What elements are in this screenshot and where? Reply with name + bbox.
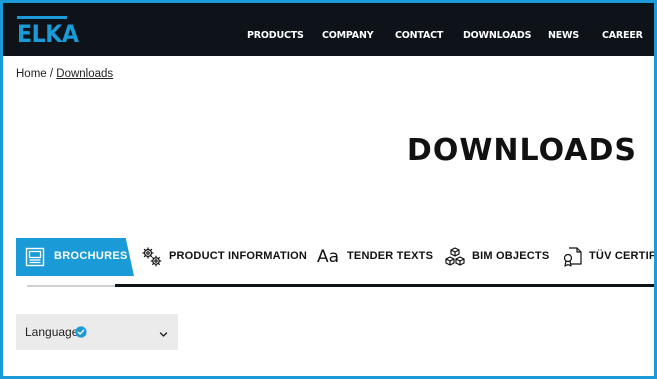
svg-text:Aa: Aa: [317, 247, 339, 266]
tab-bim-objects[interactable]: BIM OBJECTS: [444, 238, 554, 276]
top-navigation-bar: ELKA PRODUCTS COMPANY CONTACT DOWNLOADS …: [0, 0, 657, 56]
breadcrumb-downloads[interactable]: Downloads: [56, 68, 113, 80]
nav-career[interactable]: CAREER: [602, 30, 643, 41]
tab-brochures-label: BROCHURES: [54, 250, 128, 262]
download-category-tabs: BROCHURES PRODUCT INFORMATION Aa TENDER …: [0, 238, 657, 278]
tab-bim-objects-label: BIM OBJECTS: [472, 250, 550, 262]
tab-tuv-certificates[interactable]: TÜV CERTIFI: [561, 238, 657, 276]
nav-contact[interactable]: CONTACT: [395, 30, 443, 41]
chevron-down-icon: [159, 326, 168, 344]
tab-tuv-certificates-label: TÜV CERTIFI: [589, 250, 657, 262]
nav-company[interactable]: COMPANY: [322, 30, 374, 41]
tab-brochures[interactable]: BROCHURES: [16, 238, 134, 276]
nav-products[interactable]: PRODUCTS: [247, 30, 304, 41]
tab-tender-texts-label: TENDER TEXTS: [347, 250, 434, 262]
breadcrumb-home[interactable]: Home: [16, 68, 47, 80]
language-filter-dropdown[interactable]: Language: [16, 314, 178, 350]
check-badge-icon: [75, 325, 87, 343]
nav-news[interactable]: NEWS: [548, 30, 579, 41]
cubes-icon: [444, 246, 466, 273]
certificate-icon: [561, 246, 583, 273]
gears-icon: [141, 246, 163, 273]
typography-icon: Aa: [316, 246, 342, 271]
language-filter-label: Language: [25, 325, 79, 339]
tab-underline-light: [27, 285, 115, 287]
tab-tender-texts[interactable]: Aa TENDER TEXTS: [316, 238, 434, 276]
breadcrumb: Home / Downloads: [16, 68, 113, 80]
tab-product-information-label: PRODUCT INFORMATION: [169, 250, 308, 262]
page-title: DOWNLOADS: [406, 133, 637, 168]
logo-accent-bar: [17, 16, 67, 19]
nav-downloads[interactable]: DOWNLOADS: [463, 30, 531, 41]
tab-underline: [115, 284, 657, 287]
breadcrumb-separator: /: [46, 68, 57, 80]
tab-product-information[interactable]: PRODUCT INFORMATION: [137, 238, 307, 276]
brochure-icon: [25, 247, 45, 272]
elka-logo[interactable]: ELKA: [17, 20, 79, 48]
